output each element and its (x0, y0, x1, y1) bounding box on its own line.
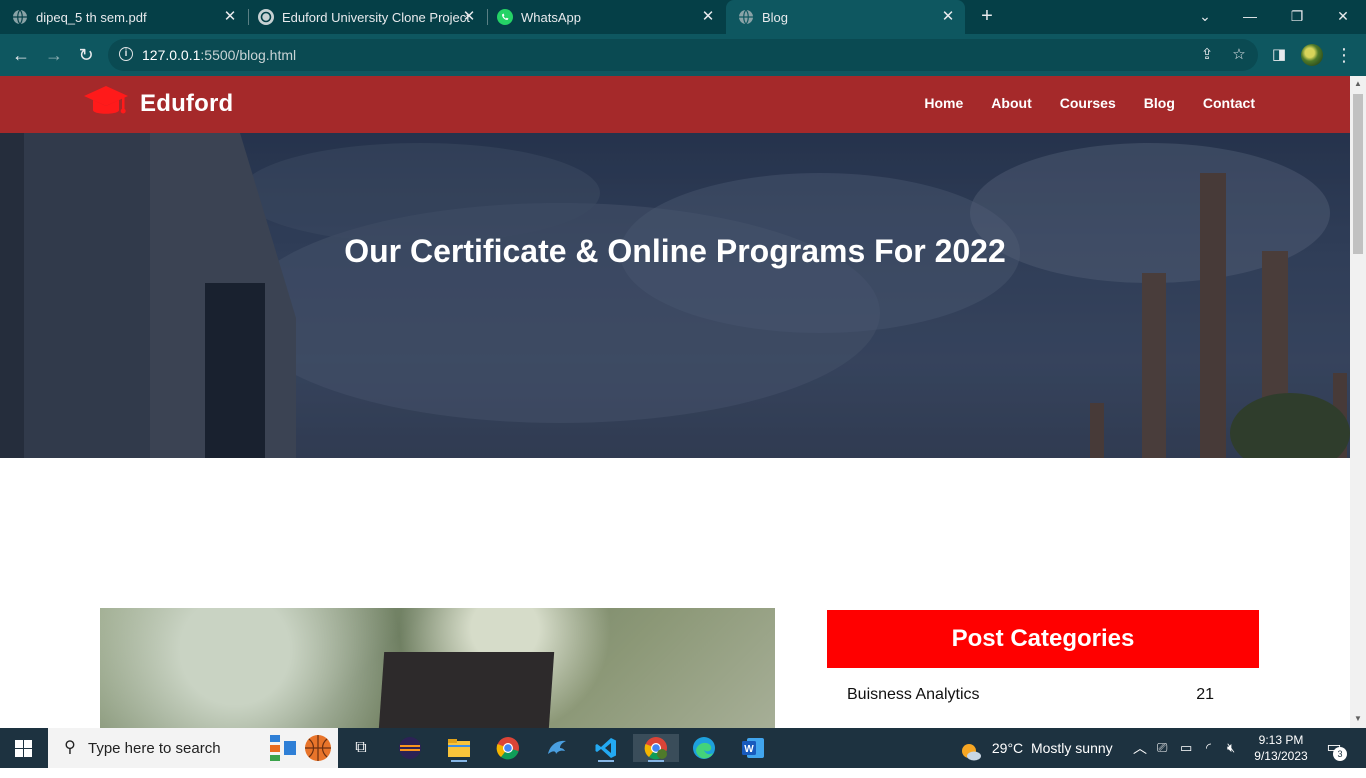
tab-title: WhatsApp (521, 9, 581, 25)
hero-banner: Our Certificate & Online Programs For 20… (0, 133, 1350, 458)
search-icon: ⚲ (64, 739, 76, 756)
hero-title: Our Certificate & Online Programs For 20… (344, 233, 1006, 269)
weather-text: 29°C Mostly sunny (991, 740, 1113, 756)
tab-search-chevron-icon[interactable]: ⌄ (1195, 6, 1215, 26)
post-categories-header: Post Categories (827, 610, 1259, 668)
windows-start-icon[interactable] (15, 740, 32, 757)
category-item[interactable]: Buisness Analytics 21 (847, 686, 1214, 708)
back-arrow-icon[interactable]: ← (10, 44, 32, 66)
browser-tab-bar: dipeq_5 th sem.pdf ✕ Eduford University … (0, 0, 1366, 34)
tab-eduford-project[interactable]: Eduford University Clone Project ✕ (258, 0, 486, 34)
url-host: 127.0.0.1 (142, 47, 201, 63)
globe-icon (12, 9, 28, 25)
wifi-icon[interactable]: ◜ (1206, 728, 1211, 768)
dolphin-app-icon[interactable] (541, 734, 573, 762)
svg-text:W: W (744, 744, 754, 755)
active-indicator (598, 760, 614, 762)
edge-icon[interactable] (688, 734, 720, 762)
menu-kebab-icon[interactable]: ⋮ (1333, 44, 1355, 66)
forward-arrow-icon[interactable]: → (43, 44, 65, 66)
url-path: :5500/blog.html (200, 47, 297, 63)
search-highlight-icon[interactable] (268, 733, 332, 763)
tab-separator (248, 9, 249, 25)
graduation-cap-icon (82, 82, 130, 127)
site-navbar: Eduford Home About Courses Blog Contact (0, 76, 1350, 133)
address-bar[interactable]: i 127.0.0.1:5500/blog.html ⇪ ☆ (108, 39, 1258, 71)
close-tab-icon[interactable]: ✕ (221, 8, 239, 26)
weather-widget[interactable]: 29°C Mostly sunny (960, 728, 1113, 768)
site-logo[interactable]: Eduford (82, 82, 233, 126)
scroll-down-arrow-icon[interactable]: ▼ (1354, 715, 1362, 723)
weather-sunny-icon (960, 738, 982, 761)
info-icon[interactable]: i (119, 47, 133, 61)
category-name: Buisness Analytics (847, 686, 980, 703)
tab-whatsapp[interactable]: WhatsApp ✕ (497, 0, 725, 34)
brand-name: Eduford (140, 90, 234, 117)
page-scrollbar[interactable]: ▲ ▼ (1350, 76, 1366, 728)
clock-time: 9:13 PM (1258, 733, 1304, 747)
tab-pdf[interactable]: dipeq_5 th sem.pdf ✕ (12, 0, 247, 34)
close-tab-icon[interactable]: ✕ (699, 8, 717, 26)
nav-links: Home About Courses Blog Contact (924, 95, 1255, 111)
minimize-icon[interactable]: — (1240, 6, 1260, 26)
vscode-icon[interactable] (590, 734, 622, 762)
taskbar-search-box[interactable]: ⚲ Type here to search (48, 728, 338, 768)
category-count: 21 (1196, 686, 1214, 703)
scroll-thumb[interactable] (1353, 94, 1363, 254)
nav-blog[interactable]: Blog (1144, 95, 1175, 111)
scroll-up-arrow-icon[interactable]: ▲ (1354, 80, 1362, 88)
meet-now-icon[interactable]: ⎚ (1157, 728, 1167, 768)
tab-title: dipeq_5 th sem.pdf (36, 9, 147, 25)
tab-blog[interactable]: Blog ✕ (726, 0, 965, 34)
chrome-icon[interactable] (492, 734, 524, 762)
notifications-icon[interactable]: ▭ 3 (1323, 737, 1347, 761)
share-icon[interactable]: ⇪ (1198, 46, 1216, 64)
nav-courses[interactable]: Courses (1060, 95, 1116, 111)
globe-icon (738, 9, 754, 25)
bookmark-star-icon[interactable]: ☆ (1230, 46, 1248, 64)
show-hidden-icons-chevron-icon[interactable]: ︿ (1133, 728, 1147, 768)
search-placeholder: Type here to search (88, 740, 221, 757)
notification-count: 3 (1333, 747, 1347, 761)
clock-date: 9/13/2023 (1254, 749, 1308, 763)
eclipse-app-icon[interactable] (394, 734, 426, 762)
tab-title: Blog (762, 9, 789, 25)
file-explorer-icon[interactable] (443, 734, 475, 762)
battery-icon[interactable]: ▭ (1180, 728, 1192, 768)
restore-icon[interactable]: ❐ (1287, 6, 1307, 26)
windows-taskbar: ⚲ Type here to search ⧉ W 29°C Mostly su… (0, 728, 1366, 768)
close-window-icon[interactable]: ✕ (1333, 6, 1353, 26)
chrome-profile-icon[interactable] (633, 734, 679, 762)
active-indicator (648, 760, 664, 762)
side-panel-icon[interactable]: ◨ (1268, 44, 1290, 66)
blog-post-image (100, 608, 775, 728)
system-clock[interactable]: 9:13 PM 9/13/2023 (1252, 732, 1310, 764)
page-viewport: Eduford Home About Courses Blog Contact (0, 76, 1350, 728)
chatgpt-icon (258, 9, 274, 25)
speaker-muted-icon[interactable]: 🔇︎ (1227, 728, 1235, 768)
close-tab-icon[interactable]: ✕ (460, 8, 478, 26)
word-icon[interactable]: W (737, 734, 769, 762)
nav-contact[interactable]: Contact (1203, 95, 1255, 111)
nav-home[interactable]: Home (924, 95, 963, 111)
hero-overlay (0, 133, 1350, 458)
task-view-icon[interactable]: ⧉ (345, 734, 377, 762)
new-tab-icon[interactable]: + (977, 6, 997, 26)
nav-about[interactable]: About (991, 95, 1031, 111)
url-text[interactable]: 127.0.0.1:5500/blog.html (142, 47, 296, 63)
active-indicator (451, 760, 467, 762)
reload-icon[interactable]: ↻ (75, 44, 97, 66)
tab-separator (487, 9, 488, 25)
browser-toolbar: ← → ↻ i 127.0.0.1:5500/blog.html ⇪ ☆ ◨ ⋮ (0, 34, 1366, 76)
whatsapp-icon (497, 9, 513, 25)
close-tab-icon[interactable]: ✕ (939, 8, 957, 26)
tab-title: Eduford University Clone Project (282, 9, 470, 25)
graduation-cap-photo (375, 652, 555, 728)
profile-avatar[interactable] (1301, 44, 1323, 66)
